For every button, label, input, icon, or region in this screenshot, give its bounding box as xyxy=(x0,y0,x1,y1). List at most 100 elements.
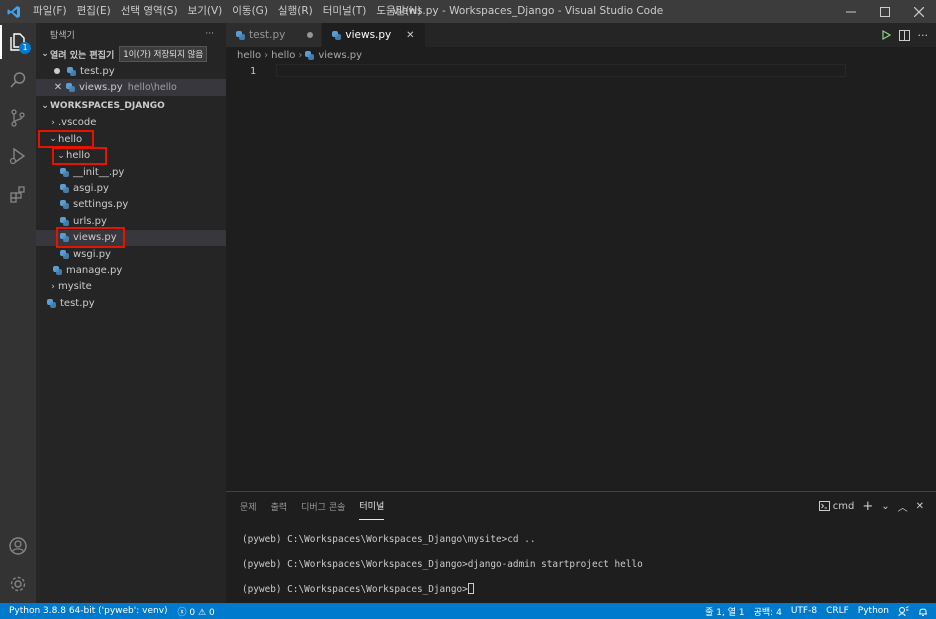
menu-go[interactable]: 이동(G) xyxy=(227,0,273,23)
bell-icon[interactable] xyxy=(918,606,928,617)
close-icon[interactable]: ✕ xyxy=(50,82,66,93)
maximize-button[interactable] xyxy=(868,0,902,23)
window-controls xyxy=(834,0,936,23)
tree-item-wsgi[interactable]: wsgi.py xyxy=(36,246,226,262)
chevron-right-icon: › xyxy=(51,117,55,128)
tree-item-label: test.py xyxy=(60,297,95,309)
indentation[interactable]: 공백: 4 xyxy=(754,605,782,618)
tree-item-urls[interactable]: urls.py xyxy=(36,213,226,229)
terminal-name: cmd xyxy=(832,500,855,512)
tree-item-asgi[interactable]: asgi.py xyxy=(36,180,226,196)
error-count: 0 xyxy=(189,607,196,618)
menu-help[interactable]: 도움말(H) xyxy=(371,0,426,23)
open-editor-path: hello\hello xyxy=(127,82,177,94)
search-icon xyxy=(10,72,26,88)
menu-terminal[interactable]: 터미널(T) xyxy=(318,0,372,23)
tree-item-hello-package[interactable]: ⌄ hello xyxy=(36,146,226,165)
warning-count: 0 xyxy=(208,607,215,618)
menu-file[interactable]: 파일(F) xyxy=(28,0,72,23)
source-control-button[interactable] xyxy=(0,99,36,137)
close-tab-icon[interactable]: ✕ xyxy=(403,30,417,41)
tab-terminal[interactable]: 터미널 xyxy=(359,492,385,520)
python-interpreter[interactable]: Python 3.8.8 64-bit ('pyweb': venv) xyxy=(9,606,168,616)
problems-status[interactable]: ⓧ 0 ⚠ 0 xyxy=(178,605,215,618)
tree-item-label: hello xyxy=(58,133,83,145)
tree-item-init[interactable]: __init__.py xyxy=(36,164,226,180)
more-actions-icon[interactable]: ··· xyxy=(918,29,929,42)
tab-views-py[interactable]: views.py ✕ xyxy=(322,23,427,47)
panel-tabs: 문제 출력 디버그 콘솔 터미널 cmd + ⌄ ︿ ✕ xyxy=(226,492,936,520)
end-of-line[interactable]: CRLF xyxy=(826,606,849,616)
unsaved-dot-icon[interactable] xyxy=(307,32,314,38)
encoding[interactable]: UTF-8 xyxy=(791,606,817,616)
tab-label: views.py xyxy=(345,29,392,41)
chevron-down-icon: ⌄ xyxy=(49,134,57,145)
close-window-button[interactable] xyxy=(902,0,936,23)
tree-item-settings[interactable]: settings.py xyxy=(36,197,226,213)
tab-problems[interactable]: 문제 xyxy=(240,492,257,520)
python-file-icon xyxy=(53,265,62,275)
tree-item-hello-project[interactable]: ⌄ hello xyxy=(36,130,226,149)
breadcrumb: hello › hello › views.py xyxy=(226,47,936,64)
python-file-icon xyxy=(236,30,245,40)
explorer-more-button[interactable]: ··· xyxy=(205,29,214,39)
tree-item-label: __init__.py xyxy=(73,166,125,178)
tree-item-label: hello xyxy=(66,150,91,162)
breadcrumb-item[interactable]: views.py xyxy=(318,50,362,61)
open-editors-section[interactable]: ⌄ 열려 있는 편집기 1이(가) 저장되지 않음 xyxy=(36,45,226,63)
open-editor-test[interactable]: test.py xyxy=(36,63,226,79)
vscode-logo-icon xyxy=(0,0,28,23)
explorer-header: 탐색기 ··· xyxy=(36,23,226,45)
explorer-button[interactable]: 1 xyxy=(0,23,36,61)
cursor-position[interactable]: 줄 1, 열 1 xyxy=(705,605,744,618)
editor-area: test.py views.py ✕ ··· hello › hello › v… xyxy=(226,23,936,491)
split-editor-icon[interactable] xyxy=(898,29,910,41)
line-number: 1 xyxy=(249,66,256,77)
warning-icon: ⚠ xyxy=(198,607,207,618)
python-file-icon xyxy=(332,30,342,40)
manage-button[interactable] xyxy=(0,565,36,603)
unsaved-dot-icon xyxy=(54,68,60,75)
chevron-down-icon: ⌄ xyxy=(41,49,49,59)
extensions-button[interactable] xyxy=(0,175,36,213)
run-debug-icon xyxy=(9,147,26,165)
chevron-down-icon: ⌄ xyxy=(57,150,65,161)
menu-run[interactable]: 실행(R) xyxy=(273,0,318,23)
panel-actions: cmd + ⌄ ︿ ✕ xyxy=(818,492,924,520)
tree-item-mysite[interactable]: › mysite xyxy=(36,279,226,295)
search-button[interactable] xyxy=(0,61,36,99)
gear-icon xyxy=(10,576,26,592)
terminal-line: (pyweb) C:\Workspaces\Workspaces_Django>… xyxy=(242,558,643,570)
explorer-sidebar: 탐색기 ··· ⌄ 열려 있는 편집기 1이(가) 저장되지 않음 test.p… xyxy=(36,23,226,603)
tree-item-views[interactable]: views.py xyxy=(36,226,226,248)
tree-item-manage[interactable]: manage.py xyxy=(36,262,226,278)
accounts-button[interactable] xyxy=(0,527,36,565)
tree-item-test[interactable]: test.py xyxy=(36,295,226,311)
feedback-icon[interactable] xyxy=(898,605,909,617)
menu-view[interactable]: 보기(V) xyxy=(183,0,228,23)
run-icon[interactable] xyxy=(881,30,891,40)
menu-selection[interactable]: 선택 영역(S) xyxy=(116,0,183,23)
close-panel-icon[interactable]: ✕ xyxy=(916,501,924,512)
minimize-button[interactable] xyxy=(834,0,868,23)
tab-debug-console[interactable]: 디버그 콘솔 xyxy=(301,492,345,520)
open-editor-views[interactable]: ✕ views.py hello\hello xyxy=(36,79,226,96)
tree-item-vscode[interactable]: › .vscode xyxy=(36,115,226,131)
terminal-output[interactable]: (pyweb) C:\Workspaces\Workspaces_Django\… xyxy=(226,520,936,595)
menu-edit[interactable]: 편집(E) xyxy=(72,0,116,23)
workspace-section[interactable]: ⌄ WORKSPACES_DJANGO xyxy=(36,97,226,115)
tab-label: test.py xyxy=(249,29,286,41)
maximize-panel-icon[interactable]: ︿ xyxy=(898,499,908,514)
tab-test-py[interactable]: test.py xyxy=(226,23,323,47)
breadcrumb-item[interactable]: hello xyxy=(237,50,261,61)
tab-output[interactable]: 출력 xyxy=(271,492,288,520)
run-debug-button[interactable] xyxy=(0,137,36,175)
chevron-right-icon: › xyxy=(264,50,269,61)
code-editor[interactable]: 1 xyxy=(226,64,936,464)
terminal-select[interactable]: cmd xyxy=(818,500,855,512)
new-terminal-icon[interactable]: + xyxy=(862,499,873,514)
chevron-down-icon[interactable]: ⌄ xyxy=(881,501,889,512)
language-mode[interactable]: Python xyxy=(858,606,889,616)
breadcrumb-item[interactable]: hello xyxy=(271,50,295,61)
python-file-icon xyxy=(305,51,315,60)
